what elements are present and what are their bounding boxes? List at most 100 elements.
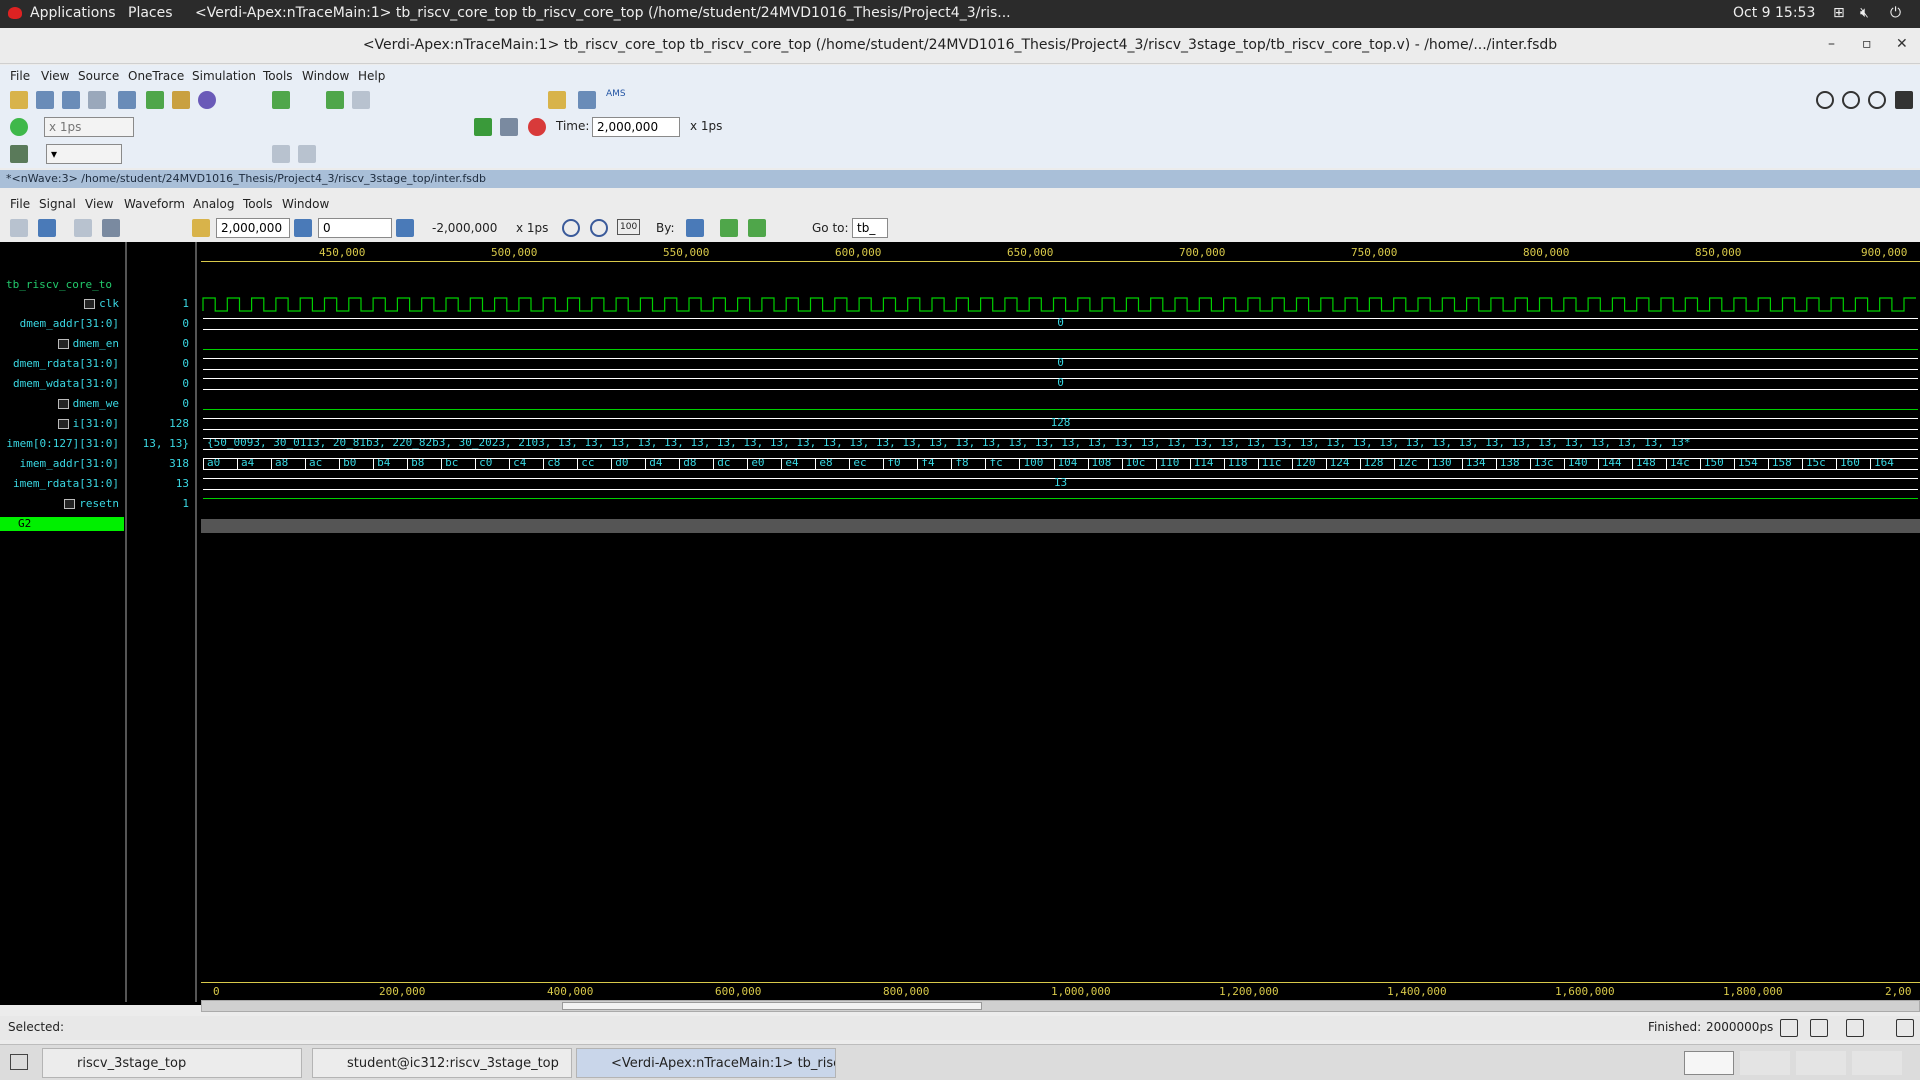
workspace-2[interactable]	[1740, 1051, 1790, 1075]
run-step-input[interactable]	[44, 117, 134, 137]
undo-wave-icon[interactable]	[74, 219, 92, 237]
back-arrow-icon[interactable]	[326, 91, 344, 109]
edit-icon[interactable]	[172, 91, 190, 109]
zoom-100-button[interactable]: 100	[617, 219, 641, 235]
cut-icon[interactable]	[102, 219, 120, 237]
show-desktop-icon[interactable]	[10, 1054, 28, 1070]
signal-type-icon	[64, 499, 76, 509]
marker-time-input[interactable]	[318, 218, 392, 238]
settings-icon[interactable]	[198, 91, 216, 109]
menu-window[interactable]: Window	[302, 69, 349, 83]
menu-tools[interactable]: Tools	[263, 69, 293, 83]
layout-icon[interactable]	[1810, 1019, 1828, 1037]
run-simulation-icon[interactable]	[10, 118, 28, 136]
ams-label[interactable]: AMS	[606, 89, 626, 99]
signal-imem-addr[interactable]: imem_addr[31:0]	[20, 457, 119, 470]
apps-grid-icon[interactable]	[1895, 91, 1913, 109]
network-icon[interactable]: ⊞	[1833, 5, 1845, 21]
signal-dmem-addr[interactable]: dmem_addr[31:0]	[20, 317, 119, 330]
signal-dmem-wdata[interactable]: dmem_wdata[31:0]	[13, 377, 119, 390]
search-by-icon[interactable]	[686, 219, 704, 237]
new-window-icon[interactable]	[36, 91, 54, 109]
scrollbar-thumb[interactable]	[562, 1002, 982, 1010]
time-input[interactable]	[592, 117, 680, 137]
task-file-manager[interactable]: riscv_3stage_top	[42, 1048, 302, 1078]
open-file-icon[interactable]	[10, 219, 28, 237]
time-ruler-bottom[interactable]: 0 200,000 400,000 600,000 800,000 1,000,…	[201, 982, 1920, 1002]
workspace-3[interactable]	[1796, 1051, 1846, 1075]
annotate-icon[interactable]	[548, 91, 566, 109]
wave-menu-analog[interactable]: Analog	[193, 197, 234, 211]
wave-menu-view[interactable]: View	[85, 197, 113, 211]
view-icon[interactable]	[88, 91, 106, 109]
places-menu[interactable]: Places	[128, 5, 173, 21]
workspace-1[interactable]	[1684, 1051, 1734, 1075]
wave-menu-file[interactable]: File	[10, 197, 30, 211]
task-terminal[interactable]: student@ic312:riscv_3stage_top	[312, 1048, 572, 1078]
maximize-button[interactable]: ▫	[1862, 36, 1872, 52]
menu-help[interactable]: Help	[358, 69, 385, 83]
home-icon[interactable]	[1780, 1019, 1798, 1037]
menu-onetrace[interactable]: OneTrace	[128, 69, 184, 83]
run-script-icon[interactable]	[578, 91, 596, 109]
clock[interactable]: Oct 9 15:53	[1733, 5, 1815, 21]
menu-source[interactable]: Source	[78, 69, 119, 83]
signal-imem[interactable]: imem[0:127][31:0]	[6, 437, 119, 450]
get-signals-icon[interactable]	[38, 219, 56, 237]
search-icon[interactable]	[1868, 91, 1886, 109]
signal-i[interactable]: i[31:0]	[57, 417, 119, 430]
find-icon[interactable]	[500, 118, 518, 136]
scope-name[interactable]: tb_riscv_core_to	[6, 278, 112, 291]
dock-icon[interactable]	[1846, 1019, 1864, 1037]
open-icon[interactable]	[10, 91, 28, 109]
up-arrow-icon[interactable]	[272, 91, 290, 109]
signal-group-g2[interactable]: G2	[0, 517, 124, 531]
menu-view[interactable]: View	[41, 69, 69, 83]
wave-menu-tools[interactable]: Tools	[243, 197, 273, 211]
waveform-tool-icon[interactable]	[10, 145, 28, 163]
forward-arrow-icon[interactable]	[352, 91, 370, 109]
stop-icon[interactable]	[528, 118, 546, 136]
wave-menu-window[interactable]: Window	[282, 197, 329, 211]
horizontal-scrollbar[interactable]	[201, 1000, 1920, 1012]
fullscreen-icon[interactable]	[1896, 1019, 1914, 1037]
volume-icon[interactable]: 🔇︎	[1860, 5, 1869, 21]
search-next-icon[interactable]	[748, 219, 766, 237]
waveform-panel[interactable]: 450,000 500,000 550,000 600,000 650,000 …	[201, 242, 1920, 1002]
wave-menu-waveform[interactable]: Waveform	[124, 197, 185, 211]
zoom-in-icon[interactable]	[590, 219, 608, 237]
cursor-icon[interactable]	[192, 219, 210, 237]
wave-menu-signal[interactable]: Signal	[39, 197, 76, 211]
menu-simulation[interactable]: Simulation	[192, 69, 256, 83]
signal-dmem-we[interactable]: dmem_we	[57, 397, 119, 410]
add-icon[interactable]	[146, 91, 164, 109]
signal-imem-rdata[interactable]: imem_rdata[31:0]	[13, 477, 119, 490]
signal-dmem-rdata[interactable]: dmem_rdata[31:0]	[13, 357, 119, 370]
tool-select[interactable]: ▾	[46, 144, 122, 164]
redo-icon[interactable]	[298, 145, 316, 163]
minimize-button[interactable]: –	[1828, 36, 1835, 52]
signal-clk[interactable]: clk	[84, 297, 119, 310]
power-icon[interactable]: ⏻	[1890, 5, 1901, 21]
task-verdi[interactable]: <Verdi-Apex:nTraceMain:1> tb_riscv...	[576, 1048, 836, 1078]
marker-icon[interactable]	[294, 219, 312, 237]
menu-file[interactable]: File	[10, 69, 30, 83]
undo-icon[interactable]	[272, 145, 290, 163]
signal-resetn[interactable]: resetn	[64, 497, 119, 510]
zoom-out-icon[interactable]	[562, 219, 580, 237]
signal-dmem-en[interactable]: dmem_en	[57, 337, 119, 350]
user-icon[interactable]	[1842, 91, 1860, 109]
history-icon[interactable]	[1816, 91, 1834, 109]
close-button[interactable]: ✕	[1896, 36, 1908, 52]
schematic-icon[interactable]	[62, 91, 80, 109]
active-window-title[interactable]: <Verdi-Apex:nTraceMain:1> tb_riscv_core_…	[195, 5, 1011, 21]
flag-icon[interactable]	[474, 118, 492, 136]
delta-icon[interactable]	[396, 219, 414, 237]
goto-select[interactable]: tb_	[852, 218, 888, 238]
list-icon[interactable]	[118, 91, 136, 109]
time-ruler-top[interactable]: 450,000 500,000 550,000 600,000 650,000 …	[201, 242, 1920, 262]
workspace-4[interactable]	[1852, 1051, 1902, 1075]
applications-menu[interactable]: Applications	[30, 5, 116, 21]
search-prev-icon[interactable]	[720, 219, 738, 237]
cursor-time-input[interactable]	[216, 218, 290, 238]
